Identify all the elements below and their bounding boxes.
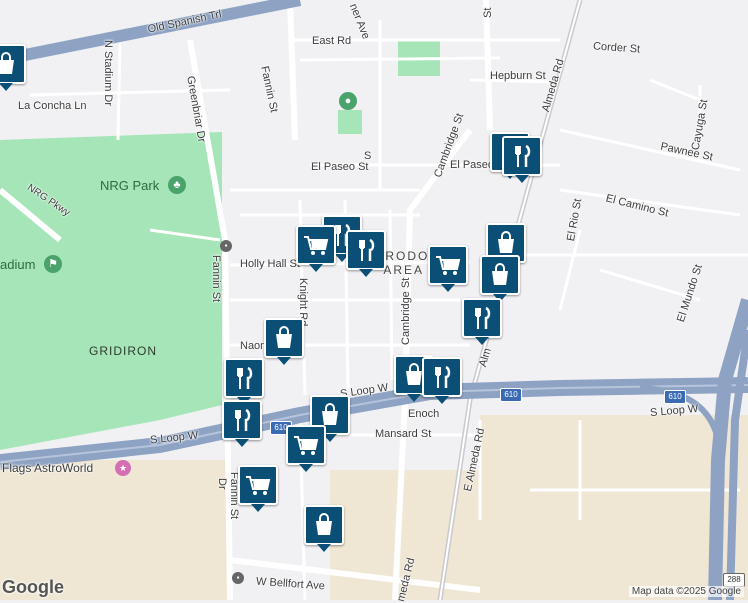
map-marker-restaurant[interactable]	[224, 358, 264, 405]
label-partial-dr: Dr	[216, 478, 228, 490]
stadium-label[interactable]: adium	[0, 257, 35, 272]
restaurant-icon	[359, 238, 375, 261]
grocery-cart-icon	[246, 476, 271, 495]
google-logo[interactable]: Google	[2, 577, 64, 598]
restaurant-icon	[515, 144, 531, 167]
shopping-bag-icon	[498, 231, 514, 253]
label-n-stadium-dr: N Stadium Dr	[102, 40, 114, 107]
label-east-rd: East Rd	[312, 35, 352, 47]
astroworld-label[interactable]: Flags AstroWorld	[2, 461, 93, 475]
map-marker-grocery-cart[interactable]	[296, 225, 336, 272]
label-el-paseo-st: El Paseo St	[311, 161, 369, 173]
label-enoch: Enoch	[408, 408, 440, 420]
map-marker-shopping-bag[interactable]	[264, 318, 304, 365]
shopping-bag-icon	[316, 513, 332, 535]
map-marker-shopping-bag[interactable]	[0, 44, 26, 91]
transit-icon-1[interactable]: ▪	[220, 240, 232, 252]
map-marker-restaurant[interactable]	[346, 230, 386, 277]
nrg-park-label[interactable]: NRG Park	[100, 178, 159, 193]
shopping-bag-icon	[0, 52, 14, 74]
location-pin-icon[interactable]: ●	[339, 92, 357, 110]
map-marker-grocery-cart[interactable]	[428, 245, 468, 292]
restaurant-icon	[475, 306, 491, 329]
map-marker-restaurant[interactable]	[422, 357, 462, 404]
park-tiny	[338, 110, 362, 134]
label-partial-s: S	[364, 150, 372, 162]
map-marker-restaurant[interactable]	[502, 136, 542, 183]
shield-i610-c: 610	[664, 390, 686, 404]
grocery-cart-icon	[294, 436, 319, 455]
label-cambridge-st-mid: Cambridge St	[400, 277, 412, 345]
amusement-park-icon[interactable]: ★	[115, 460, 131, 476]
grocery-cart-icon	[436, 256, 461, 275]
shopping-bag-icon	[276, 326, 292, 348]
label-holly-hall-st: Holly Hall St	[240, 258, 300, 270]
restaurant-icon	[237, 366, 253, 389]
grocery-cart-icon	[304, 236, 329, 255]
restaurant-icon	[435, 365, 451, 388]
map-marker-shopping-bag[interactable]	[304, 505, 344, 552]
gridiron-label: GRIDIRON	[89, 344, 157, 358]
map-marker-restaurant[interactable]	[462, 298, 502, 345]
label-fannin-st-mid: Fannin St	[210, 255, 222, 303]
restaurant-icon	[235, 408, 251, 431]
shield-us288: 288	[723, 573, 745, 587]
map-marker-shopping-bag[interactable]	[480, 255, 520, 302]
map-marker-grocery-cart[interactable]	[286, 425, 326, 472]
label-partial-st: St	[482, 7, 494, 18]
map-marker-grocery-cart[interactable]	[238, 465, 278, 512]
transit-icon-2[interactable]: ▪	[232, 572, 244, 584]
stadium-icon[interactable]: ⚑	[44, 255, 62, 273]
shopping-bag-icon	[492, 263, 508, 285]
label-la-concha-ln: La Concha Ln	[18, 100, 87, 112]
nrg-park-icon[interactable]: ♣	[168, 176, 186, 194]
map-attribution: Map data ©2025 Google	[628, 586, 744, 597]
shield-i610-b: 610	[500, 388, 522, 402]
label-mansard-st: Mansard St	[375, 428, 432, 440]
label-hepburn-st: Hepburn St	[490, 70, 546, 82]
label-el-paseo-right: El Paseo	[450, 159, 495, 171]
map-marker-restaurant[interactable]	[222, 400, 262, 447]
